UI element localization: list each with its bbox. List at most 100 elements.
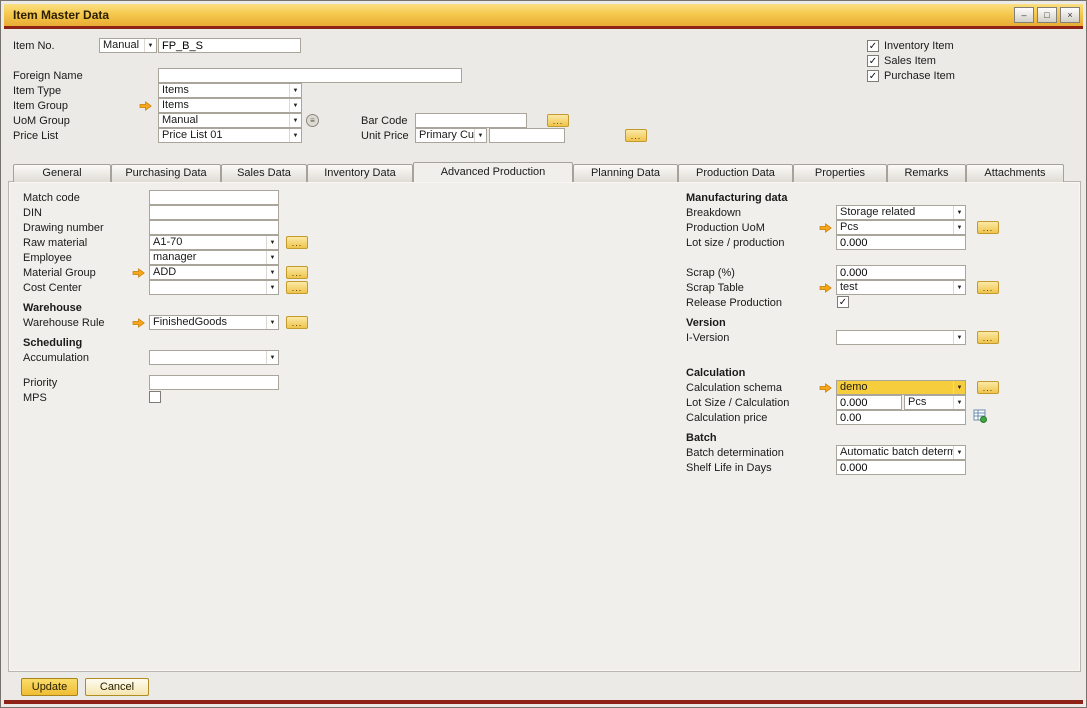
drawing-number-input[interactable]: [149, 220, 279, 235]
warehouse-rule-link-arrow-icon[interactable]: [132, 318, 145, 328]
warehouse-rule-select[interactable]: FinishedGoods ▼: [149, 315, 279, 330]
i-version-browse-button[interactable]: ...: [977, 331, 999, 344]
warehouse-rule-label: Warehouse Rule: [23, 316, 105, 331]
raw-material-select[interactable]: A1-70 ▼: [149, 235, 279, 250]
price-list-select[interactable]: Price List 01 ▼: [158, 128, 302, 143]
shelf-life-in-days-label: Shelf Life in Days: [686, 461, 772, 476]
sales-item-checkbox[interactable]: [867, 55, 879, 67]
item-type-value: Items: [159, 84, 289, 97]
release-production-checkbox[interactable]: [837, 296, 849, 308]
uom-group-select[interactable]: Manual ▼: [158, 113, 302, 128]
i-version-select[interactable]: ▼: [836, 330, 966, 345]
tab-sales-data[interactable]: Sales Data: [221, 164, 307, 182]
scrap-table-link-arrow-icon[interactable]: [819, 283, 832, 293]
scrap-table-select[interactable]: test ▼: [836, 280, 966, 295]
calculation-schema-browse-button[interactable]: ...: [977, 381, 999, 394]
scrap-table-label: Scrap Table: [686, 281, 744, 296]
tab-purchasing-data[interactable]: Purchasing Data: [111, 164, 221, 182]
batch-determination-value: Automatic batch determina: [837, 446, 953, 459]
close-button[interactable]: ×: [1060, 7, 1080, 23]
lot-size-production-input[interactable]: [836, 235, 966, 250]
chevron-down-icon: ▼: [266, 351, 278, 364]
unit-price-currency-select[interactable]: Primary Curr ▼: [415, 128, 487, 143]
inventory-item-label: Inventory Item: [884, 39, 954, 54]
chevron-down-icon: ▼: [266, 251, 278, 264]
tab-remarks[interactable]: Remarks: [887, 164, 966, 182]
drawing-number-label: Drawing number: [23, 221, 104, 236]
tab-attachments[interactable]: Attachments: [966, 164, 1064, 182]
scrap-table-value: test: [837, 281, 953, 294]
material-group-link-arrow-icon[interactable]: [132, 268, 145, 278]
breakdown-select[interactable]: Storage related ▼: [836, 205, 966, 220]
batch-determination-select[interactable]: Automatic batch determina ▼: [836, 445, 966, 460]
item-no-mode-select[interactable]: Manual ▼: [99, 38, 157, 53]
chevron-down-icon: ▼: [266, 316, 278, 329]
calculation-price-input[interactable]: [836, 410, 966, 425]
cancel-button[interactable]: Cancel: [85, 678, 149, 696]
priority-input[interactable]: [149, 375, 279, 390]
chevron-down-icon: ▼: [266, 266, 278, 279]
scrap-pct-input[interactable]: [836, 265, 966, 280]
chevron-down-icon: ▼: [289, 99, 301, 112]
titlebar: Item Master Data – □ ×: [4, 4, 1083, 26]
cost-center-value: [150, 281, 266, 294]
tab-advanced-production[interactable]: Advanced Production: [413, 162, 573, 182]
tab-planning-data[interactable]: Planning Data: [573, 164, 678, 182]
din-input[interactable]: [149, 205, 279, 220]
chevron-down-icon: ▼: [953, 206, 965, 219]
inventory-item-checkbox[interactable]: [867, 40, 879, 52]
employee-select[interactable]: manager ▼: [149, 250, 279, 265]
tab-strip: General Purchasing Data Sales Data Inven…: [13, 162, 1064, 182]
production-uom-browse-button[interactable]: ...: [977, 221, 999, 234]
item-group-select[interactable]: Items ▼: [158, 98, 302, 113]
tab-production-data[interactable]: Production Data: [678, 164, 793, 182]
warehouse-rule-browse-button[interactable]: ...: [286, 316, 308, 329]
item-no-label: Item No.: [13, 39, 55, 54]
sales-item-label: Sales Item: [884, 54, 936, 69]
item-no-mode-value: Manual: [100, 39, 144, 52]
shelf-life-in-days-input[interactable]: [836, 460, 966, 475]
unit-price-browse-button[interactable]: ...: [625, 129, 647, 142]
production-uom-label: Production UoM: [686, 221, 765, 236]
minimize-button[interactable]: –: [1014, 7, 1034, 23]
recalculate-icon[interactable]: [973, 409, 987, 423]
item-no-input[interactable]: [158, 38, 301, 53]
material-group-select[interactable]: ADD ▼: [149, 265, 279, 280]
item-group-link-arrow-icon[interactable]: [139, 101, 152, 111]
lot-size-calculation-label: Lot Size / Calculation: [686, 396, 789, 411]
bar-code-input[interactable]: [415, 113, 527, 128]
match-code-input[interactable]: [149, 190, 279, 205]
item-group-value: Items: [159, 99, 289, 112]
maximize-button[interactable]: □: [1037, 7, 1057, 23]
chevron-down-icon: ▼: [953, 281, 965, 294]
accumulation-select[interactable]: ▼: [149, 350, 279, 365]
material-group-browse-button[interactable]: ...: [286, 266, 308, 279]
production-uom-select[interactable]: Pcs ▼: [836, 220, 966, 235]
item-type-select[interactable]: Items ▼: [158, 83, 302, 98]
scrap-table-browse-button[interactable]: ...: [977, 281, 999, 294]
bar-code-label: Bar Code: [361, 114, 407, 129]
calculation-schema-link-arrow-icon[interactable]: [819, 383, 832, 393]
unit-price-input[interactable]: [489, 128, 565, 143]
foreign-name-input[interactable]: [158, 68, 462, 83]
lot-size-calculation-uom-select[interactable]: Pcs ▼: [904, 395, 966, 410]
chevron-down-icon: ▼: [953, 331, 965, 344]
production-uom-link-arrow-icon[interactable]: [819, 223, 832, 233]
lot-size-calculation-input[interactable]: [836, 395, 902, 410]
cost-center-browse-button[interactable]: ...: [286, 281, 308, 294]
purchase-item-checkbox[interactable]: [867, 70, 879, 82]
uom-group-label: UoM Group: [13, 114, 70, 129]
scheduling-section-header: Scheduling: [23, 336, 82, 351]
cost-center-select[interactable]: ▼: [149, 280, 279, 295]
update-button[interactable]: Update: [21, 678, 78, 696]
tab-inventory-data[interactable]: Inventory Data: [307, 164, 413, 182]
tab-properties[interactable]: Properties: [793, 164, 887, 182]
calculation-schema-select[interactable]: demo ▼: [836, 380, 966, 395]
mps-checkbox[interactable]: [149, 391, 161, 403]
lot-size-calculation-uom-value: Pcs: [905, 396, 953, 409]
tab-general[interactable]: General: [13, 164, 111, 182]
raw-material-browse-button[interactable]: ...: [286, 236, 308, 249]
uom-group-detail-icon[interactable]: ≡: [306, 114, 319, 127]
bar-code-browse-button[interactable]: ...: [547, 114, 569, 127]
chevron-down-icon: ▼: [266, 236, 278, 249]
